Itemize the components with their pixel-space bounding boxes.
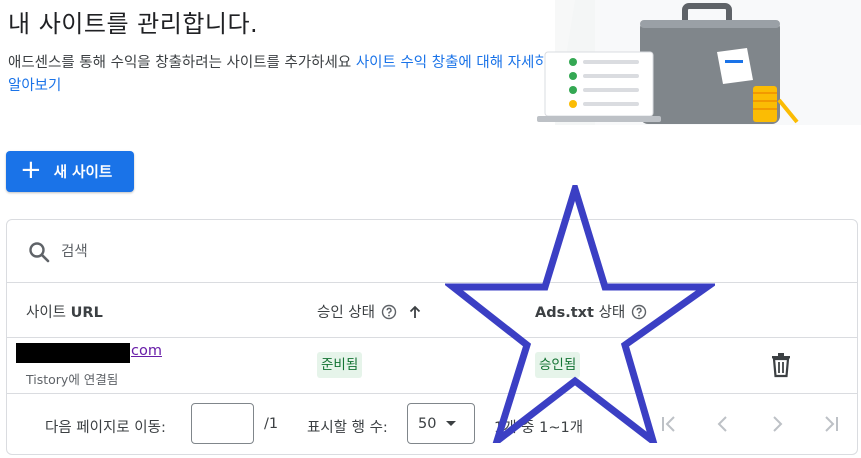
intro-description: 애드센스를 통해 수익을 창출하려는 사이트를 추가하세요: [8, 55, 356, 71]
column-approval-label: 승인 상태: [317, 305, 375, 321]
search-input[interactable]: [61, 239, 461, 265]
search-icon: [29, 242, 50, 263]
rows-per-page-value: 50: [418, 415, 437, 432]
help-circle-icon[interactable]: [381, 304, 397, 320]
column-site-url-prefix: 사이트: [26, 305, 71, 321]
table-header: 사이트 URL 승인 상태 Ads.txt 상태: [7, 283, 857, 338]
last-page-icon[interactable]: [819, 412, 843, 436]
total-pages-text: /1: [264, 416, 279, 432]
rows-per-page-select[interactable]: 50: [407, 403, 475, 444]
rows-per-page-label: 표시할 행 수:: [307, 420, 388, 436]
trash-icon[interactable]: [769, 352, 793, 378]
pagination-bar: 다음 페이지로 이동: /1 표시할 행 수: 50 1개 중 1~1개: [7, 394, 857, 454]
help-circle-icon[interactable]: [631, 304, 647, 320]
new-site-label: 새 사이트: [53, 165, 113, 181]
page-range-text: 1개 중 1~1개: [494, 420, 584, 436]
approval-status-badge: 준비됨: [317, 352, 363, 378]
search-bar: [7, 220, 857, 283]
column-site-url-bold: URL: [70, 305, 103, 321]
briefcase-illustration: [537, 0, 861, 125]
chevron-right-icon[interactable]: [765, 412, 789, 436]
page-title: 내 사이트를 관리합니다.: [8, 10, 259, 38]
column-ads-label: Ads.txt: [535, 305, 594, 321]
table-row: com Tistory에 연결됨 준비됨 승인됨: [7, 338, 857, 394]
column-site-url[interactable]: 사이트 URL: [26, 301, 103, 322]
redacted-url: [16, 343, 130, 363]
sites-table-card: 사이트 URL 승인 상태 Ads.txt 상태 com: [6, 219, 858, 455]
chevron-left-icon[interactable]: [711, 412, 735, 436]
column-approval-status[interactable]: 승인 상태: [317, 301, 423, 322]
first-page-icon[interactable]: [657, 412, 681, 436]
goto-page-label: 다음 페이지로 이동:: [45, 420, 166, 436]
plus-icon: +: [20, 155, 42, 185]
arrow-up-icon[interactable]: [407, 304, 423, 320]
column-ads-suffix: 상태: [593, 305, 626, 321]
goto-page-input[interactable]: [191, 403, 254, 444]
new-site-button[interactable]: + 새 사이트: [6, 151, 134, 192]
site-url-link[interactable]: com: [131, 343, 162, 359]
column-ads-txt-status[interactable]: Ads.txt 상태: [535, 301, 647, 322]
site-connection-text: Tistory에 연결됨: [26, 372, 119, 387]
intro-text: 애드센스를 통해 수익을 창출하려는 사이트를 추가하세요 사이트 수익 창출에…: [8, 52, 548, 98]
ads-txt-status-badge: 승인됨: [535, 352, 581, 378]
chevron-down-icon: [446, 421, 457, 426]
